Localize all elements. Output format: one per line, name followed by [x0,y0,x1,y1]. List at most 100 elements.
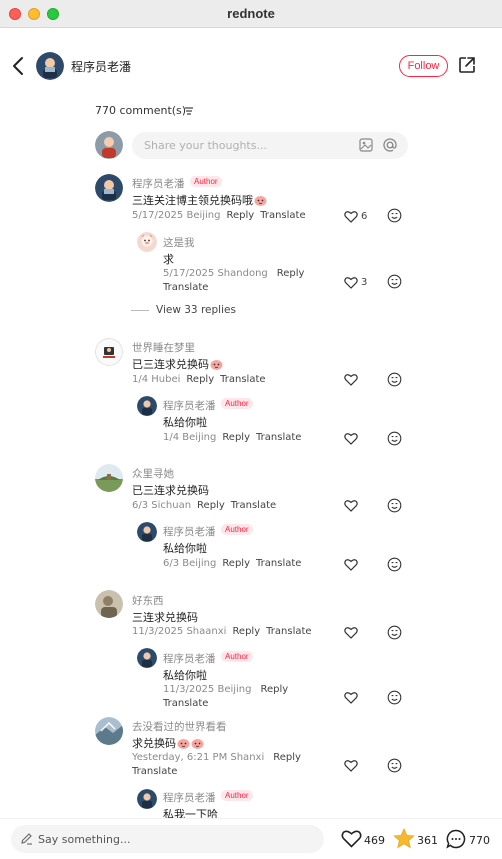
view-more-replies-link[interactable]: View 33 replies [131,304,236,316]
emoji-reaction-icon[interactable] [387,274,402,289]
translate-button[interactable]: Translate [231,500,276,511]
like-icon[interactable] [344,499,358,512]
author-badge: Author [190,176,222,187]
commenter-name[interactable]: 去没看过的世界看看 [132,719,227,734]
sort-icon[interactable] [184,106,194,116]
reply-author-name[interactable]: 程序员老潘 [163,398,216,413]
reply-button[interactable]: Reply [222,558,250,569]
reply-text: 求 [163,253,174,266]
translate-button[interactable]: Translate [256,558,301,569]
post-like-count: 469 [364,834,385,847]
like-icon[interactable] [344,210,358,223]
translate-button[interactable]: Translate [220,374,265,385]
star-collect-icon[interactable] [393,828,415,849]
reply-avatar[interactable] [137,648,157,668]
like-count: 6 [361,211,368,222]
reply-meta: 6/3 Beijing Reply Translate [163,557,301,571]
commenter-avatar[interactable] [95,174,123,202]
comment-meta: 6/3 Sichuan Reply Translate [132,499,276,513]
commenter-name[interactable]: 众里寻她 [132,466,174,481]
reply-text: 私给你啦 [163,416,207,429]
reply-button[interactable]: Reply [222,432,250,443]
peach-emoji-icon [210,360,223,370]
author-badge: Author [221,651,253,662]
commenter-avatar[interactable] [95,338,123,366]
comment-text: 三连关注博主领兑换码哦 [132,192,267,208]
commenter-name[interactable]: 世界睡在梦里 [132,340,195,355]
commenter-name[interactable]: 程序员老潘 [132,176,185,191]
reply-avatar[interactable] [137,396,157,416]
emoji-reaction-icon[interactable] [387,208,402,223]
post-collect-count: 361 [417,834,438,847]
reply-date: 11/3/2025 Beijing [163,684,252,695]
like-icon[interactable] [344,626,358,639]
translate-button[interactable]: Translate [163,282,208,293]
like-icon[interactable] [344,558,358,571]
like-icon[interactable] [344,373,358,386]
comment-bubble-icon[interactable] [446,829,466,849]
comment-meta: 5/17/2025 Beijing Reply Translate [132,209,306,223]
reply-button[interactable]: Reply [277,268,305,279]
reply-author-name[interactable]: 程序员老潘 [163,651,216,666]
reply-button[interactable]: Reply [186,374,214,385]
image-icon[interactable] [359,138,373,152]
pencil-icon [21,833,32,845]
back-arrow-icon[interactable] [10,55,28,77]
like-icon[interactable] [344,759,358,772]
author-badge: Author [221,524,253,535]
reply-date: 1/4 Beijing [163,432,217,443]
comment-meta: 11/3/2025 Shaanxi Reply Translate [132,625,312,639]
say-something-input[interactable]: Say something... [11,825,324,853]
comment-text: 已三连求兑换码 [132,484,209,497]
mention-icon[interactable] [382,137,398,153]
like-icon[interactable] [344,432,358,445]
comment-count: 770 comment(s) [95,104,187,117]
translate-button[interactable]: Translate [260,210,305,221]
comment-date: 1/4 Hubei [132,374,181,385]
reply-button[interactable]: Reply [197,500,225,511]
emoji-reaction-icon[interactable] [387,625,402,640]
author-name[interactable]: 程序员老潘 [71,58,131,75]
like-icon[interactable] [344,276,358,289]
peach-emoji-icon [254,196,267,206]
translate-button[interactable]: Translate [266,626,311,637]
translate-button[interactable]: Translate [256,432,301,443]
commenter-avatar[interactable] [95,590,123,618]
emoji-reaction-icon[interactable] [387,372,402,387]
my-avatar [95,131,123,159]
share-icon[interactable] [458,56,476,74]
comment-date: 6/3 Sichuan [132,500,192,511]
reply-author-name[interactable]: 程序员老潘 [163,524,216,539]
commenter-avatar[interactable] [95,464,123,492]
reply-author-name[interactable]: 程序员老潘 [163,790,216,805]
reply-date: 6/3 Beijing [163,558,217,569]
comment-meta: 1/4 Hubei Reply Translate [132,373,266,387]
translate-button[interactable]: Translate [163,698,208,709]
reply-button[interactable]: Reply [227,210,255,221]
commenter-name[interactable]: 好东西 [132,593,164,608]
reply-avatar[interactable] [137,522,157,542]
author-avatar[interactable] [36,52,64,80]
reply-author-name[interactable]: 这是我 [163,235,195,250]
like-post-icon[interactable] [341,829,362,848]
say-something-placeholder: Say something... [38,833,131,846]
window-titlebar: rednote [0,0,502,28]
window-title: rednote [227,6,275,21]
follow-button[interactable]: Follow [399,55,448,77]
reply-button[interactable]: Reply [261,684,289,695]
emoji-reaction-icon[interactable] [387,690,402,705]
comment-text: 求兑换码 [132,735,204,751]
reply-button[interactable]: Reply [232,626,260,637]
translate-button[interactable]: Translate [132,766,177,777]
emoji-reaction-icon[interactable] [387,431,402,446]
emoji-reaction-icon[interactable] [387,758,402,773]
like-icon[interactable] [344,691,358,704]
reply-button[interactable]: Reply [273,752,301,763]
emoji-reaction-icon[interactable] [387,557,402,572]
reply-text: 私给你啦 [163,542,207,555]
reply-avatar[interactable] [137,232,157,252]
reply-avatar[interactable] [137,789,157,809]
emoji-reaction-icon[interactable] [387,498,402,513]
comment-meta: Yesterday, 6:21 PM Shanxi Reply Translate [132,751,322,779]
commenter-avatar[interactable] [95,717,123,745]
